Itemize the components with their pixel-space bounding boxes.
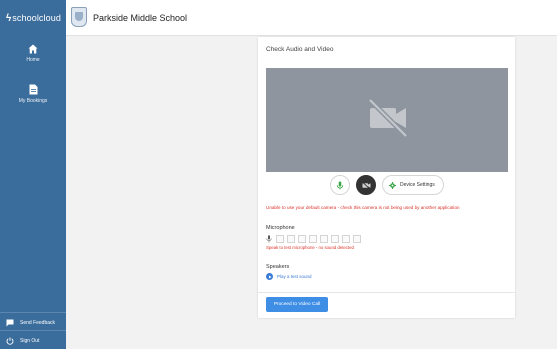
meter-cell — [276, 235, 284, 243]
top-bar: ϟ schoolcloud Parkside Middle School — [0, 0, 557, 36]
school-name: Parkside Middle School — [93, 13, 188, 23]
sidebar: Home My Bookings Send Feedback Sign Out — [0, 36, 66, 349]
audio-video-check-card: Check Audio and Video Device Settings Un… — [258, 37, 515, 318]
document-icon — [29, 84, 37, 95]
schoolcloud-logo[interactable]: ϟ schoolcloud — [0, 0, 66, 36]
device-settings-label: Device Settings — [400, 182, 435, 188]
sidebar-item-bookings[interactable]: My Bookings — [0, 84, 66, 104]
microphone-error-message: Speak to test microphone - no sound dete… — [266, 245, 354, 250]
microphone-icon — [266, 235, 272, 243]
sidebar-divider — [0, 330, 66, 331]
sidebar-item-label: My Bookings — [18, 98, 48, 104]
sidebar-item-home[interactable]: Home — [0, 44, 66, 63]
sign-out-link[interactable]: Sign Out — [6, 337, 39, 345]
camera-off-icon — [361, 181, 370, 189]
feedback-icon — [6, 319, 14, 327]
power-icon — [6, 337, 14, 345]
play-test-sound-button[interactable]: Play a test sound — [266, 273, 312, 280]
play-test-sound-label: Play a test sound — [277, 274, 312, 279]
video-preview — [266, 68, 508, 172]
proceed-to-video-call-button[interactable]: Proceed to Video Call — [266, 297, 328, 312]
camera-off-icon — [368, 98, 408, 138]
microphone-toggle-button[interactable] — [330, 175, 350, 195]
meter-cell — [298, 235, 306, 243]
meter-cell — [353, 235, 361, 243]
send-feedback-label: Send Feedback — [20, 320, 56, 326]
microphone-level-meter — [266, 234, 364, 244]
school-crest-icon — [71, 7, 87, 27]
device-settings-button[interactable]: Device Settings — [382, 175, 444, 195]
home-icon — [28, 44, 38, 54]
microphone-icon — [336, 181, 344, 189]
sidebar-divider — [0, 312, 66, 313]
meter-cell — [287, 235, 295, 243]
card-divider — [258, 292, 515, 293]
meter-cell — [342, 235, 350, 243]
send-feedback-link[interactable]: Send Feedback — [6, 319, 55, 327]
brand-bolt: ϟ — [6, 12, 12, 24]
sidebar-item-label: Home — [26, 57, 40, 63]
speakers-label: Speakers — [266, 264, 290, 270]
play-icon — [266, 273, 273, 280]
gear-icon — [389, 181, 396, 189]
meter-cell — [320, 235, 328, 243]
sign-out-label: Sign Out — [20, 338, 40, 344]
meter-cell — [331, 235, 339, 243]
camera-toggle-button[interactable] — [356, 175, 376, 195]
media-controls: Device Settings — [330, 175, 450, 195]
card-title: Check Audio and Video — [266, 46, 334, 53]
microphone-label: Microphone — [266, 225, 295, 231]
brand-name: schoolcloud — [12, 13, 61, 23]
meter-cell — [309, 235, 317, 243]
camera-error-message: Unable to use your default camera - chec… — [266, 205, 460, 210]
